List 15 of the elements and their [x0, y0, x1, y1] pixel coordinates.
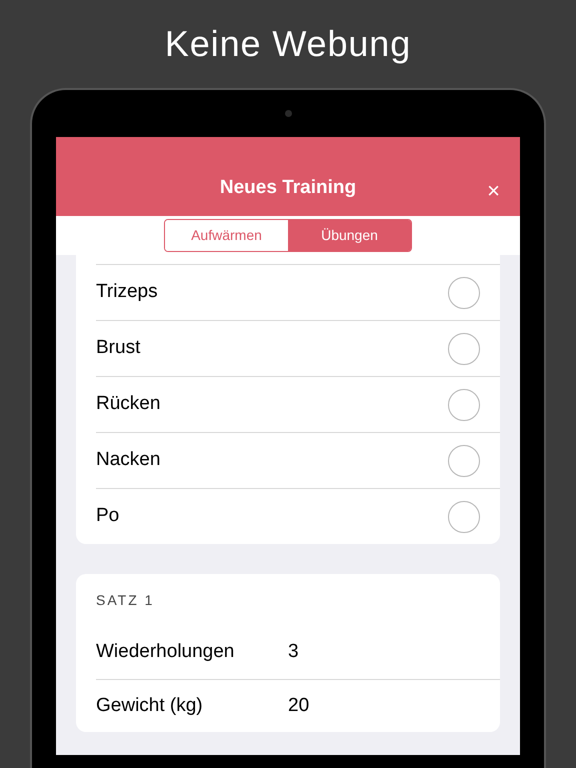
exercise-name: Po: [96, 504, 120, 528]
headline: Keine Webung: [164, 22, 412, 66]
field-label: Wiederholungen: [96, 640, 236, 664]
screen-title: Neues Training: [220, 176, 356, 198]
exercise-name: Trizeps: [96, 280, 159, 304]
segment-tab[interactable]: Übungen: [288, 220, 411, 251]
set-header: SATZ 1: [96, 590, 154, 610]
exercise-name: Nacken: [96, 448, 162, 472]
field-label: Gewicht (kg): [96, 694, 204, 718]
camera-icon: [284, 110, 292, 117]
field-value[interactable]: 20: [288, 692, 310, 720]
close-button[interactable]: ×: [487, 180, 500, 202]
exercise-name: Brust: [96, 336, 142, 360]
exercise-name: Rücken: [96, 392, 162, 416]
field-value[interactable]: 3: [288, 638, 299, 667]
